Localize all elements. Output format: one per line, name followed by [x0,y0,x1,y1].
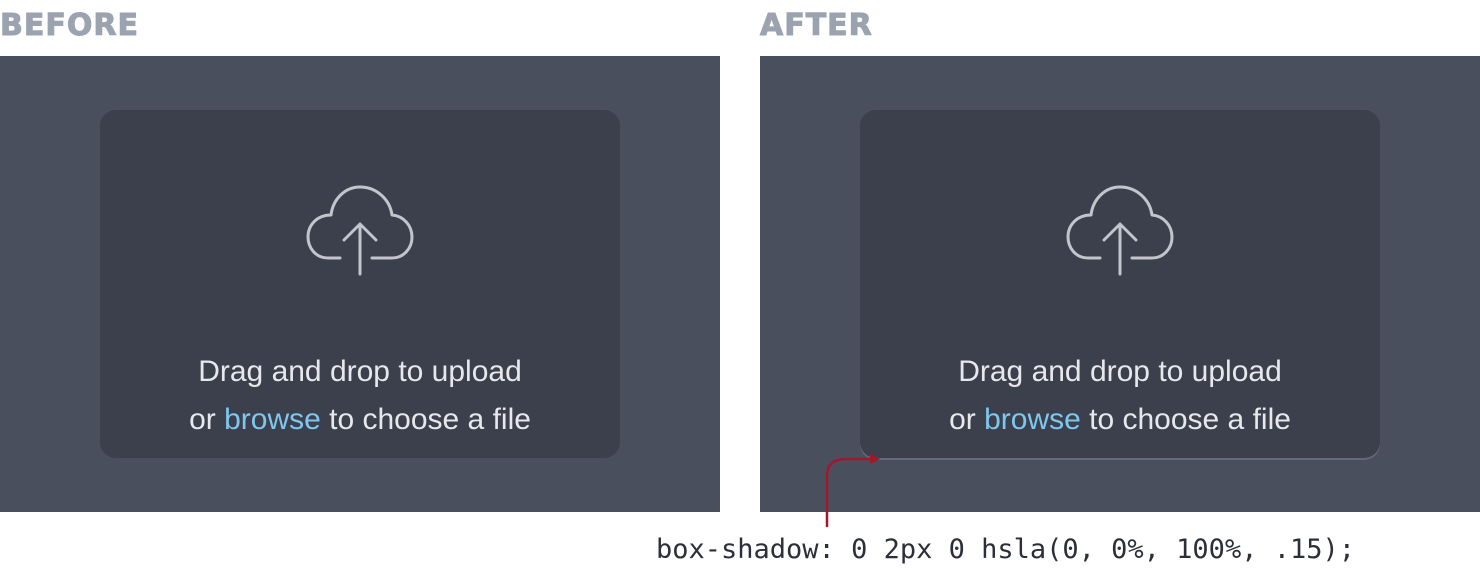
dropzone-subtext-suffix: to choose a file [320,403,531,436]
before-label: BEFORE [0,8,139,44]
dropzone-subtext-prefix: or [949,403,985,436]
dropzone-subtext: or browse to choose a file [100,396,620,444]
after-panel: Drag and drop to upload or browse to cho… [760,56,1480,512]
dropzone-subtext-prefix: or [189,403,225,436]
box-shadow-code: box-shadow: 0 2px 0 hsla(0, 0%, 100%, .1… [656,534,1355,565]
upload-dropzone[interactable]: Drag and drop to upload or browse to cho… [100,110,620,458]
cloud-upload-icon [306,185,414,276]
dropzone-heading: Drag and drop to upload [198,355,522,388]
dropzone-subtext: or browse to choose a file [860,396,1380,444]
cloud-upload-icon [1066,185,1174,276]
dropzone-subtext-suffix: to choose a file [1080,403,1291,436]
browse-link[interactable]: browse [984,403,1081,436]
annotation-arrow [825,454,880,528]
upload-dropzone-with-shadow[interactable]: Drag and drop to upload or browse to cho… [860,110,1380,458]
browse-link[interactable]: browse [224,403,321,436]
dropzone-heading: Drag and drop to upload [958,355,1282,388]
after-label: AFTER [760,8,873,44]
before-panel: Drag and drop to upload or browse to cho… [0,56,720,512]
